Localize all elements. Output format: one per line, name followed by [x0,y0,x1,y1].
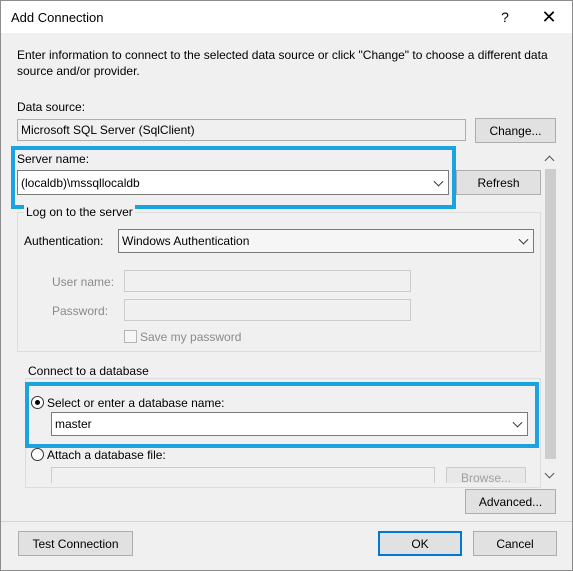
server-name-value: (localdb)\mssqllocaldb [21,175,140,190]
add-connection-dialog: Add Connection ? ✕ Enter information to … [0,0,573,571]
logon-group-label: Log on to the server [24,205,135,219]
scroll-down-icon[interactable] [544,468,555,479]
window-title: Add Connection [11,10,104,25]
attach-database-input[interactable] [51,467,435,483]
select-database-label: Select or enter a database name: [47,396,225,410]
scroll-up-icon[interactable] [544,155,555,166]
select-database-radio[interactable] [31,396,44,409]
data-source-value: Microsoft SQL Server (SqlClient) [21,123,195,137]
chevron-down-icon[interactable] [433,176,444,187]
attach-database-radio[interactable] [31,448,44,461]
authentication-select[interactable]: Windows Authentication [118,229,534,253]
test-connection-button[interactable]: Test Connection [18,531,133,556]
save-password-label: Save my password [140,330,242,344]
title-bar: Add Connection ? ✕ [1,1,572,33]
database-group-label: Connect to a database [26,364,151,378]
database-name-combobox[interactable]: master [51,412,528,436]
refresh-button[interactable]: Refresh [456,170,541,195]
data-source-field: Microsoft SQL Server (SqlClient) [17,119,466,141]
data-source-label: Data source: [17,100,86,114]
close-icon[interactable]: ✕ [535,5,563,29]
authentication-label: Authentication: [24,234,104,248]
help-icon[interactable]: ? [491,5,519,29]
user-name-label: User name: [52,275,115,289]
advanced-button[interactable]: Advanced... [465,489,556,514]
intro-text: Enter information to connect to the sele… [17,48,548,78]
footer-divider [1,521,572,522]
password-input[interactable] [124,299,411,321]
save-password-checkbox[interactable] [124,330,137,343]
user-name-input[interactable] [124,270,411,292]
password-label: Password: [52,304,109,318]
chevron-down-icon[interactable] [512,417,523,428]
attach-database-label: Attach a database file: [47,448,166,462]
chevron-down-icon[interactable] [518,234,529,245]
ok-button[interactable]: OK [378,531,462,556]
browse-button[interactable]: Browse... [446,467,526,483]
server-name-label: Server name: [17,152,90,166]
clipped-panel-bottom: Browse... [17,463,541,483]
change-button[interactable]: Change... [475,118,556,143]
database-name-value: master [55,417,92,431]
server-name-combobox[interactable]: (localdb)\mssqllocaldb [17,170,449,195]
cancel-button[interactable]: Cancel [473,531,557,556]
scroll-thumb[interactable] [545,169,556,459]
authentication-value: Windows Authentication [122,234,250,248]
panel-scrollbar[interactable] [542,151,559,483]
